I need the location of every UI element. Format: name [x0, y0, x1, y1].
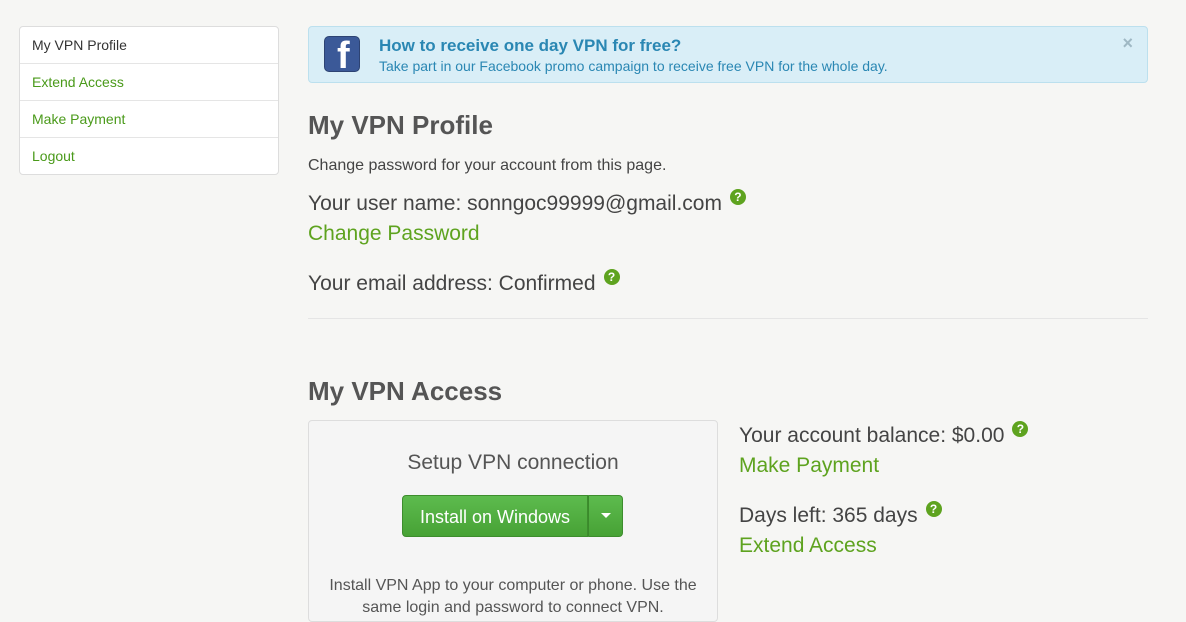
close-icon[interactable]: ×: [1122, 33, 1133, 54]
balance-label: Your account balance: $0.00: [739, 424, 1005, 447]
balance-row: Your account balance: $0.00?: [739, 421, 1029, 448]
access-heading: My VPN Access: [308, 376, 503, 406]
setup-title: Setup VPN connection: [407, 451, 619, 474]
make-payment-link[interactable]: Make Payment: [739, 454, 879, 478]
install-button-group: Install on Windows: [402, 495, 623, 537]
change-password-link[interactable]: Change Password: [308, 222, 480, 246]
setup-description: Install VPN App to your computer or phon…: [329, 577, 697, 616]
banner-text: Take part in our Facebook promo campaign…: [379, 58, 888, 74]
sidebar-nav: My VPN Profile Extend Access Make Paymen…: [19, 26, 279, 175]
help-icon[interactable]: ?: [1012, 421, 1029, 437]
banner-title[interactable]: How to receive one day VPN for free?: [379, 36, 681, 56]
help-icon[interactable]: ?: [925, 501, 942, 517]
days-left-row: Days left: 365 days?: [739, 501, 942, 528]
extend-access-link[interactable]: Extend Access: [739, 534, 877, 558]
help-icon[interactable]: ?: [603, 269, 620, 285]
profile-heading: My VPN Profile: [308, 110, 493, 140]
facebook-logo-letter: f: [337, 36, 350, 72]
profile-description: Change password for your account from th…: [308, 157, 667, 174]
username-label: Your user name: sonngoc99999@gmail.com: [308, 192, 722, 215]
days-left-label: Days left: 365 days: [739, 504, 918, 527]
section-divider: [308, 318, 1148, 319]
sidebar-item-my-vpn-profile[interactable]: My VPN Profile: [20, 27, 278, 63]
facebook-icon[interactable]: f: [324, 36, 360, 72]
chevron-down-icon[interactable]: [588, 495, 623, 537]
install-windows-button[interactable]: Install on Windows: [402, 495, 588, 537]
sidebar-item-make-payment[interactable]: Make Payment: [20, 100, 278, 137]
promo-banner: f How to receive one day VPN for free? T…: [308, 26, 1148, 83]
email-status-label: Your email address: Confirmed: [308, 272, 596, 295]
email-row: Your email address: Confirmed?: [308, 269, 620, 296]
setup-panel: Setup VPN connection Install on Windows …: [308, 420, 718, 622]
help-icon[interactable]: ?: [729, 189, 746, 205]
sidebar-item-extend-access[interactable]: Extend Access: [20, 63, 278, 100]
sidebar-item-logout[interactable]: Logout: [20, 137, 278, 174]
username-row: Your user name: sonngoc99999@gmail.com?: [308, 189, 746, 216]
